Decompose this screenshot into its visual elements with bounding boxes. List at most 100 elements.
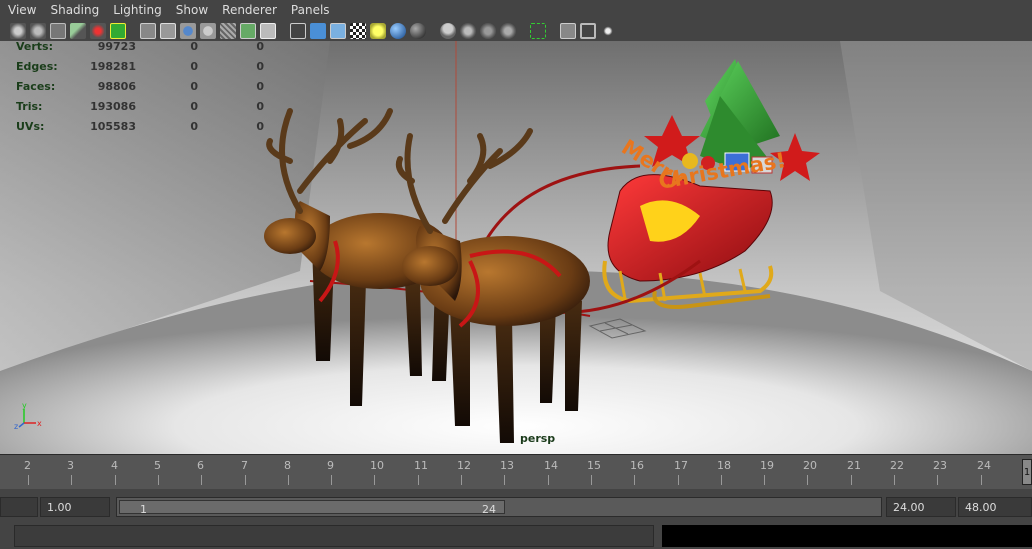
backface-icon[interactable] (480, 22, 496, 39)
anim-end-field[interactable]: 48.00 (958, 497, 1032, 517)
checker-icon[interactable] (350, 22, 366, 39)
safe-action-icon[interactable] (200, 22, 216, 39)
range-slider[interactable]: 1 24 (116, 497, 882, 517)
start-time-field[interactable] (0, 497, 38, 517)
timeline-tick-label: 12 (457, 459, 471, 472)
shadow-icon[interactable] (500, 22, 516, 39)
menu-renderer[interactable]: Renderer (214, 0, 283, 20)
timeline-tick-label: 7 (241, 459, 248, 472)
timeline-tick-label: 10 (370, 459, 384, 472)
safe-title-icon[interactable] (220, 22, 236, 39)
hud-row-edges: Edges: 198281 0 0 (16, 60, 264, 73)
time-slider[interactable]: 2 3 4 5 6 7 8 9 10 11 12 13 14 15 16 17 18 19 20 21 22 23 24 1 (0, 454, 1032, 489)
timeline-tick-label: 2 (24, 459, 31, 472)
timeline-tick-label: 18 (717, 459, 731, 472)
timeline-tick (894, 475, 895, 485)
texture-icon[interactable] (240, 22, 256, 39)
timeline-tick-label: 21 (847, 459, 861, 472)
timeline-tick-label: 23 (933, 459, 947, 472)
timeline-tick (201, 475, 202, 485)
timeline-tick-label: 14 (544, 459, 558, 472)
timeline-tick (374, 475, 375, 485)
range-end-label: 24 (482, 503, 496, 516)
axis-x-label: x (37, 419, 42, 428)
end-time-field[interactable]: 24.00 (886, 497, 956, 517)
wireframe-icon[interactable] (290, 22, 306, 39)
sphere-blue-icon[interactable] (390, 22, 406, 39)
field-chart-icon[interactable] (180, 22, 196, 39)
frame-icon[interactable] (560, 22, 576, 39)
viewport-persp[interactable]: Merry Christmas! Verts: 99723 0 0 Edges:… (0, 41, 1032, 454)
2d-pan-icon[interactable] (90, 22, 106, 39)
flat-shade-icon[interactable] (330, 22, 346, 39)
timeline-tick (288, 475, 289, 485)
command-line (0, 520, 1032, 549)
axis-gizmo: y x z (14, 401, 42, 431)
timeline-tick-label: 11 (414, 459, 428, 472)
range-start-label: 1 (140, 503, 147, 516)
timeline-tick (851, 475, 852, 485)
select-icon[interactable] (530, 22, 546, 39)
hud-row-faces: Faces: 98806 0 0 (16, 80, 264, 93)
sphere-dark-icon[interactable] (410, 22, 426, 39)
timeline-tick (764, 475, 765, 485)
timeline-tick-label: 16 (630, 459, 644, 472)
timeline-tick-label: 4 (111, 459, 118, 472)
anim-start-field[interactable]: 1.00 (40, 497, 110, 517)
lights-icon[interactable] (370, 22, 386, 39)
current-frame-marker[interactable]: 1 (1022, 459, 1032, 485)
axis-y-label: y (22, 401, 27, 410)
axis-z-label: z (14, 422, 18, 431)
text-icon[interactable] (260, 22, 276, 39)
resolution-gate-icon[interactable] (160, 22, 176, 39)
timeline-tick (418, 475, 419, 485)
hud-row-uvs: UVs: 105583 0 0 (16, 120, 264, 133)
timeline-tick-label: 15 (587, 459, 601, 472)
poly-count-hud: Verts: 99723 0 0 Edges: 198281 0 0 Faces… (16, 41, 264, 141)
timeline-tick-label: 22 (890, 459, 904, 472)
film-gate-icon[interactable] (140, 22, 156, 39)
camera-attributes-icon[interactable] (30, 22, 46, 39)
smooth-shade-icon[interactable] (310, 22, 326, 39)
timeline-tick (245, 475, 246, 485)
single-view-icon[interactable] (580, 22, 596, 39)
grid-icon[interactable] (110, 22, 126, 39)
xray-icon[interactable] (460, 22, 476, 39)
timeline-tick (71, 475, 72, 485)
timeline-tick-label: 19 (760, 459, 774, 472)
hud-row-tris: Tris: 193086 0 0 (16, 100, 264, 113)
timeline-tick (548, 475, 549, 485)
timeline-tick (634, 475, 635, 485)
menu-lighting[interactable]: Lighting (105, 0, 168, 20)
panel-toolbar (0, 20, 1032, 41)
timeline-tick-label: 24 (977, 459, 991, 472)
timeline-tick (937, 475, 938, 485)
timeline-tick-label: 20 (803, 459, 817, 472)
range-slider-handle[interactable]: 1 24 (119, 500, 505, 516)
isolate-icon[interactable] (440, 22, 456, 39)
timeline-tick-label: 3 (67, 459, 74, 472)
menu-view[interactable]: View (0, 0, 42, 20)
image-plane-icon[interactable] (70, 22, 86, 39)
timeline-tick (721, 475, 722, 485)
timeline-tick (461, 475, 462, 485)
timeline-tick (678, 475, 679, 485)
share-icon[interactable] (600, 22, 616, 39)
command-result (662, 525, 1032, 547)
timeline-tick (115, 475, 116, 485)
timeline-tick-label: 9 (327, 459, 334, 472)
menu-shading[interactable]: Shading (42, 0, 105, 20)
menu-show[interactable]: Show (168, 0, 214, 20)
timeline-tick-label: 6 (197, 459, 204, 472)
menu-bar: View Shading Lighting Show Renderer Pane… (0, 0, 1032, 20)
command-input[interactable] (14, 525, 654, 547)
select-camera-icon[interactable] (10, 22, 26, 39)
timeline-tick-label: 8 (284, 459, 291, 472)
timeline-tick (158, 475, 159, 485)
timeline-tick (807, 475, 808, 485)
hud-row-verts: Verts: 99723 0 0 (16, 41, 264, 53)
camera-name-label: persp (520, 432, 556, 445)
menu-panels[interactable]: Panels (283, 0, 336, 20)
bookmark-icon[interactable] (50, 22, 66, 39)
timeline-tick (981, 475, 982, 485)
